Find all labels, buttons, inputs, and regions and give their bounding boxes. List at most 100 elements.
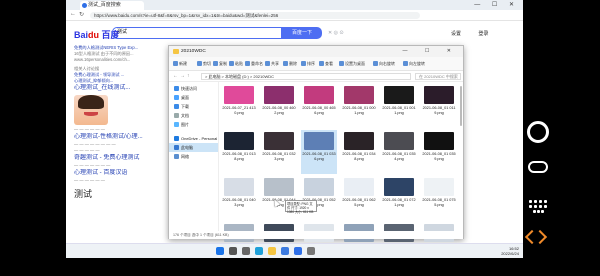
file-thumbnail bbox=[304, 178, 334, 196]
command-icon bbox=[339, 61, 344, 67]
nav-item-label: 桌面 bbox=[181, 95, 189, 100]
file-item[interactable]: 2021-06-08_01 0354.png bbox=[381, 130, 417, 174]
file-item[interactable]: 2021-06-08_01 0721.png bbox=[381, 176, 417, 220]
browser-window-controls[interactable]: — ☐ ✕ bbox=[474, 1, 519, 8]
folder-icon bbox=[173, 49, 179, 54]
back-icon[interactable]: ← bbox=[173, 73, 178, 79]
file-thumbnail bbox=[264, 178, 294, 196]
command-button[interactable]: 删除 bbox=[283, 61, 297, 67]
nav-item[interactable]: 此电脑 bbox=[169, 143, 218, 152]
result-title[interactable]: 奇趣测试 - 免费心理测试 bbox=[74, 154, 174, 163]
file-item[interactable]: 2021-06-08_00 4602.png bbox=[261, 84, 297, 128]
keyboard-icon[interactable] bbox=[527, 194, 549, 216]
command-label: 重命名 bbox=[251, 61, 263, 66]
search-icon[interactable] bbox=[229, 247, 237, 255]
nav-item[interactable]: 图片 bbox=[169, 120, 218, 129]
collapse-chevron-icon[interactable] bbox=[527, 229, 545, 247]
file-item[interactable]: 2021-06-08_01 0011.png bbox=[381, 84, 417, 128]
up-icon[interactable]: ↑ bbox=[187, 73, 190, 79]
file-item[interactable]: 2021-06-08_01 0348.png bbox=[341, 130, 377, 174]
store-icon[interactable] bbox=[281, 247, 289, 255]
command-label: 查看 bbox=[325, 61, 333, 66]
gamepad-icon[interactable] bbox=[527, 156, 549, 178]
result-thumbnail[interactable] bbox=[74, 95, 108, 125]
file-item[interactable]: 2021-06-08_01 0755.png bbox=[421, 176, 457, 220]
baidu-favicon-icon bbox=[82, 3, 87, 8]
nav-item[interactable]: 文档 bbox=[169, 111, 218, 120]
file-item[interactable]: 2021-06-08_01 0323.png bbox=[261, 130, 297, 174]
result-title[interactable]: 心理测试_在线测试... bbox=[74, 84, 174, 93]
command-button[interactable]: 向右旋转 bbox=[373, 61, 395, 67]
command-button[interactable]: 剪切 bbox=[197, 61, 211, 67]
nav-item[interactable]: 下载 bbox=[169, 102, 218, 111]
command-button[interactable]: 重命名 bbox=[245, 61, 263, 67]
file-thumbnail bbox=[384, 178, 414, 196]
command-button[interactable]: 新建 bbox=[173, 61, 187, 67]
file-thumbnail bbox=[304, 132, 334, 150]
url-input[interactable]: https://www.baidu.com/s?ie=utf-8&f=8&rsv… bbox=[90, 12, 420, 19]
keyboard-key-icon bbox=[533, 210, 536, 213]
file-item[interactable]: 2021-06-08_01 0359.png bbox=[421, 130, 457, 174]
nav-item[interactable]: 快速访问 bbox=[169, 84, 218, 93]
search-input[interactable]: 测试 bbox=[112, 27, 282, 39]
browser-tab[interactable]: 测试_百度搜索 bbox=[80, 1, 144, 10]
file-item[interactable]: 2021-06-08_01 0119.png bbox=[421, 84, 457, 128]
file-item[interactable]: 2021-06-08_01 0336.png bbox=[301, 130, 337, 174]
file-item[interactable]: 2021-06-08_01 0138.png bbox=[221, 130, 257, 174]
file-thumbnail bbox=[344, 178, 374, 196]
command-button[interactable]: 查看 bbox=[319, 61, 333, 67]
file-item[interactable]: 2021-06-08_01 0625.png bbox=[341, 176, 377, 220]
command-button[interactable]: 复制 bbox=[213, 61, 227, 67]
command-button[interactable]: 粘贴 bbox=[229, 61, 243, 67]
windows-start-icon[interactable] bbox=[216, 247, 224, 255]
command-icon bbox=[229, 61, 234, 67]
file-explorer-icon[interactable] bbox=[268, 247, 276, 255]
nav-item[interactable]: 网络 bbox=[169, 152, 218, 161]
explorer-window-controls[interactable]: — ☐ ✕ bbox=[403, 46, 459, 57]
result-title[interactable]: 心理测试 - 百度汉语 bbox=[74, 169, 174, 178]
browser-address-bar: ← ↻ https://www.baidu.com/s?ie=utf-8&f=8… bbox=[66, 10, 523, 21]
command-label: 向右旋转 bbox=[379, 61, 395, 66]
explorer-titlebar[interactable]: 20210WDC — ☐ ✕ bbox=[169, 46, 463, 57]
keyboard-key-icon bbox=[539, 205, 542, 208]
nav-item-icon bbox=[174, 104, 179, 109]
file-item[interactable]: 2021-06-08_01 0403.png bbox=[221, 176, 257, 220]
command-label: 共享 bbox=[271, 61, 279, 66]
command-icon bbox=[403, 61, 408, 67]
result-title[interactable]: 心理测试-性格测试/心理... bbox=[74, 133, 174, 142]
command-button[interactable]: 共享 bbox=[265, 61, 279, 67]
forward-icon[interactable]: → bbox=[180, 73, 185, 79]
settings-icon[interactable] bbox=[307, 247, 315, 255]
nav-item[interactable]: OneDrive - Personal bbox=[169, 134, 218, 143]
command-button[interactable]: 向左旋转 bbox=[403, 61, 425, 67]
bottom-heading: 测试 bbox=[74, 189, 93, 199]
command-button[interactable]: 排序 bbox=[301, 61, 315, 67]
explorer-address-bar: ← → ↑ > 此电脑 > 本地磁盘 (D:) > 20210WDC 在 202… bbox=[169, 71, 463, 82]
search-tool-icons[interactable]: ✕ ◎ ⊙ bbox=[328, 30, 344, 36]
explorer-search-input[interactable]: 在 20210WDC 中搜索 bbox=[415, 73, 461, 80]
screen-frame: 测试_百度搜索 — ☐ ✕ ← ↻ https://www.baidu.com/… bbox=[0, 0, 600, 276]
file-thumbnail bbox=[384, 86, 414, 104]
command-button[interactable]: 设置为桌面 bbox=[339, 61, 365, 67]
login-link[interactable]: 登录 bbox=[478, 31, 488, 37]
edge-icon[interactable] bbox=[255, 247, 263, 255]
file-item[interactable]: 2021-06-07_21 4130.png bbox=[221, 84, 257, 128]
system-clock[interactable]: 16:52 2022/6/24 bbox=[501, 246, 519, 256]
file-name: 2021-06-08_01 0403.png bbox=[222, 198, 256, 207]
browser-tab-bar: 测试_百度搜索 — ☐ ✕ bbox=[66, 0, 523, 10]
scrollbar[interactable] bbox=[460, 86, 462, 126]
nav-item-label: 文档 bbox=[181, 113, 189, 118]
command-label: 复制 bbox=[219, 61, 227, 66]
mail-icon[interactable] bbox=[294, 247, 302, 255]
nav-item[interactable]: 桌面 bbox=[169, 93, 218, 102]
settings-link[interactable]: 设置 bbox=[451, 31, 461, 37]
refresh-icon[interactable]: ↻ bbox=[79, 11, 84, 18]
tab-title: 测试_百度搜索 bbox=[88, 2, 121, 8]
home-circle-icon[interactable] bbox=[527, 121, 549, 143]
search-button[interactable]: 百度一下 bbox=[282, 27, 322, 39]
file-item[interactable]: 2021-06-08_01 0001.png bbox=[341, 84, 377, 128]
file-item[interactable]: 2021-06-08_00 4656.png bbox=[301, 84, 337, 128]
back-icon[interactable]: ← bbox=[70, 11, 76, 17]
explorer-path[interactable]: > 此电脑 > 本地磁盘 (D:) > 20210WDC bbox=[201, 73, 411, 80]
task-view-icon[interactable] bbox=[242, 247, 250, 255]
